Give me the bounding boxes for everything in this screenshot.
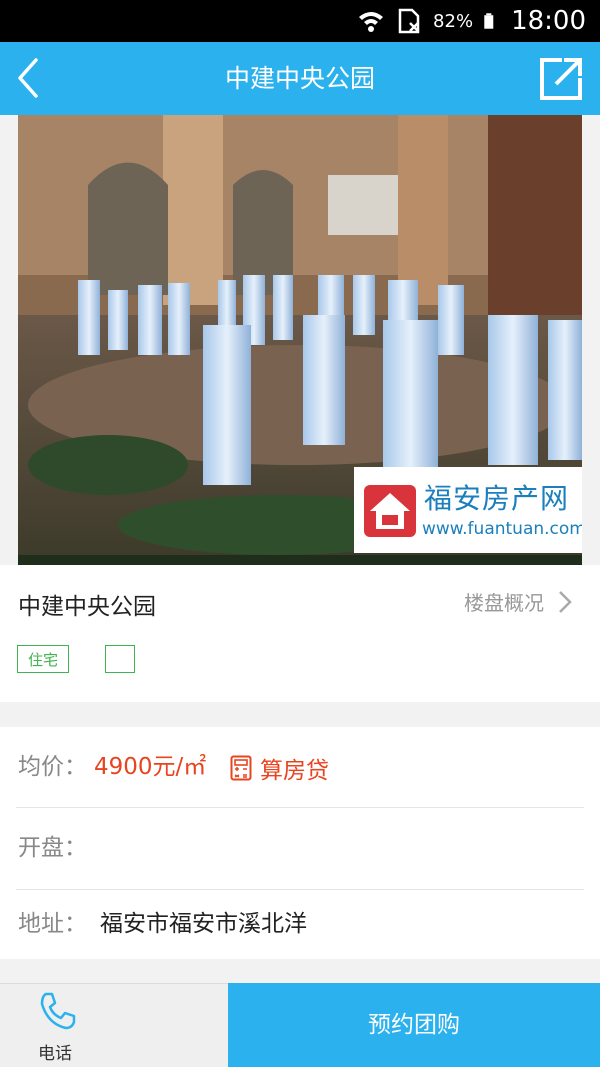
opening-label: 开盘： [18, 835, 87, 861]
address-row: 地址： 福安市福安市溪北洋 [0, 884, 600, 965]
watermark: 福安房产网 www.fuantuan.com [354, 467, 582, 553]
bottom-action-bar: 电话 预约团购 [0, 983, 600, 1067]
nav-bar: 中建中央公园 [0, 42, 600, 115]
project-details: 均价： 4900元/㎡ 算房贷 开盘： 地址： 福安市福安市溪北洋 [0, 727, 600, 959]
phone-button[interactable]: 电话 [0, 983, 228, 1067]
battery-icon [484, 13, 494, 29]
mortgage-calc-label: 算房贷 [260, 757, 329, 784]
status-bar-right: 82% 18:00 [357, 0, 586, 42]
watermark-url: www.fuantuan.com [422, 519, 582, 539]
tag-empty [105, 645, 135, 673]
overview-label: 楼盘概况 [464, 591, 544, 615]
site-logo [364, 485, 416, 537]
project-info-card: 中建中央公园 楼盘概况 住宅 [0, 565, 600, 702]
group-buy-button[interactable]: 预约团购 [228, 983, 600, 1067]
phone-icon [40, 992, 76, 1030]
sim-icon [398, 8, 420, 34]
phone-label: 电话 [38, 1044, 72, 1064]
opening-row: 开盘： [0, 808, 600, 889]
clock: 18:00 [511, 6, 586, 36]
wifi-icon [359, 12, 384, 32]
mortgage-calculator-button[interactable]: 算房贷 [230, 727, 329, 808]
battery-percent: 82% [433, 10, 474, 32]
price-row: 均价： 4900元/㎡ 算房贷 [0, 727, 600, 808]
page-title: 中建中央公园 [224, 64, 375, 93]
calculator-icon [230, 755, 252, 780]
address-value: 福安市福安市溪北洋 [100, 911, 307, 937]
project-overview-link[interactable]: 楼盘概况 [464, 587, 572, 616]
watermark-name: 福安房产网 [424, 482, 570, 515]
avg-price-value: 4900元/㎡ [94, 754, 207, 780]
project-name: 中建中央公园 [18, 594, 156, 620]
chevron-right-icon [559, 590, 572, 613]
share-icon[interactable] [538, 56, 584, 102]
address-label: 地址： [18, 911, 87, 937]
status-bar: 82% 18:00 [0, 0, 600, 42]
project-hero-image[interactable]: 福安房产网 www.fuantuan.com [18, 115, 582, 565]
avg-price-label: 均价： [18, 754, 87, 780]
tag-residential: 住宅 [17, 645, 70, 673]
